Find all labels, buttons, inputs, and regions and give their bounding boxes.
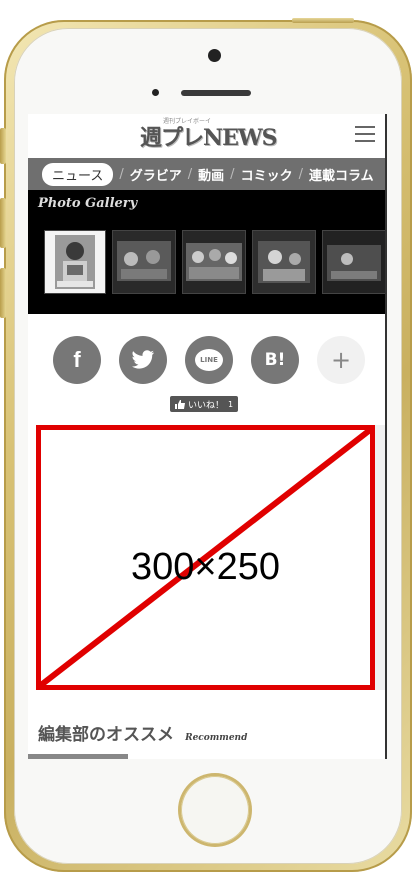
recommend-title: 編集部のオススメ [38,725,174,745]
photo-image [183,231,245,293]
recommend-subtitle: Recommend [185,733,248,743]
nav-separator: / [119,166,124,182]
gallery-thumbnail[interactable] [112,230,176,294]
twitter-share-button[interactable] [119,336,167,384]
nav-item-gravure[interactable]: グラビア [130,165,182,184]
recommend-heading: 編集部のオススメ Recommend [38,720,247,745]
facebook-icon: f [73,347,81,372]
photo-image [45,231,105,293]
hatena-icon: B! [264,350,286,370]
proximity-sensor [152,89,159,96]
front-camera-icon [208,49,221,62]
nav-separator: / [298,166,303,182]
site-header: 週刊プレイボーイ 週プレNEWS [28,114,385,158]
nav-item-news[interactable]: ニュース [42,162,114,186]
plus-icon: + [330,346,352,374]
ad-size-label: 300×250 [131,546,280,588]
line-icon-label: LINE [200,356,218,364]
thumbs-up-icon [175,399,185,409]
category-nav: ニュース / グラビア / 動画 / コミック / 連載コラム [28,158,385,190]
volume-up-button [0,198,6,248]
photo-gallery: Photo Gallery [28,190,385,314]
gallery-thumbnails [44,230,385,294]
nav-item-video[interactable]: 動画 [198,165,224,184]
mute-switch [0,128,6,164]
volume-down-button [0,268,6,318]
gallery-thumbnail[interactable] [252,230,316,294]
like-count: 1 [228,399,234,409]
phone-screen: 週刊プレイボーイ 週プレNEWS ニュース / グラビア / 動画 / コミック… [28,114,387,759]
hamburger-menu-icon[interactable] [355,126,375,144]
earpiece-speaker [181,90,251,96]
line-icon: LINE [195,349,223,371]
nav-item-comic[interactable]: コミック [241,165,293,184]
nav-item-column[interactable]: 連載コラム [309,165,374,184]
gallery-thumbnail[interactable] [44,230,106,294]
like-button[interactable]: いいね！ 1 [170,396,239,412]
gallery-thumbnail[interactable] [322,230,385,294]
line-share-button[interactable]: LINE [185,336,233,384]
ad-side-shade [375,425,385,690]
hatena-bookmark-button[interactable]: B! [251,336,299,384]
recommend-thumbnail-strip[interactable] [28,754,128,759]
ad-placeholder[interactable]: 300×250 [36,425,375,690]
twitter-icon [132,350,154,369]
gallery-title: Photo Gallery [38,196,138,211]
home-button[interactable] [181,776,249,844]
nav-separator: / [187,166,193,182]
photo-image [253,231,315,293]
photo-image [323,231,385,293]
share-buttons: f LINE B! + [28,336,385,396]
like-label: いいね！ [188,400,225,411]
more-share-button[interactable]: + [317,336,365,384]
site-logo[interactable]: 週プレNEWS [140,120,277,152]
photo-image [113,231,175,293]
power-button [292,18,354,23]
facebook-share-button[interactable]: f [53,336,101,384]
nav-separator: / [230,166,235,182]
gallery-thumbnail[interactable] [182,230,246,294]
